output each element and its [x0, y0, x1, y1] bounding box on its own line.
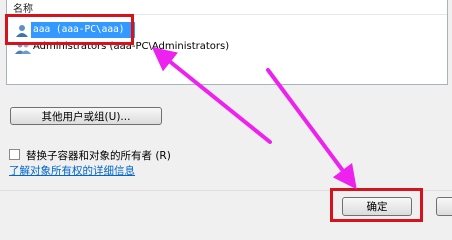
- column-header-name[interactable]: 名称: [7, 0, 447, 15]
- replace-owner-checkbox[interactable]: [9, 149, 20, 160]
- other-users-button[interactable]: 其他用户或组(U)...: [10, 107, 162, 125]
- arrow-to-ok: [266, 68, 357, 190]
- replace-owner-label: 替换子容器和对象的所有者 (R): [26, 150, 171, 162]
- highlight-box-user: [5, 14, 134, 45]
- column-header-label: 名称: [13, 4, 33, 15]
- highlight-box-ok: [330, 188, 423, 222]
- ownership-info-link[interactable]: 了解对象所有权的详细信息: [9, 163, 135, 178]
- cancel-button-partial[interactable]: [436, 197, 452, 216]
